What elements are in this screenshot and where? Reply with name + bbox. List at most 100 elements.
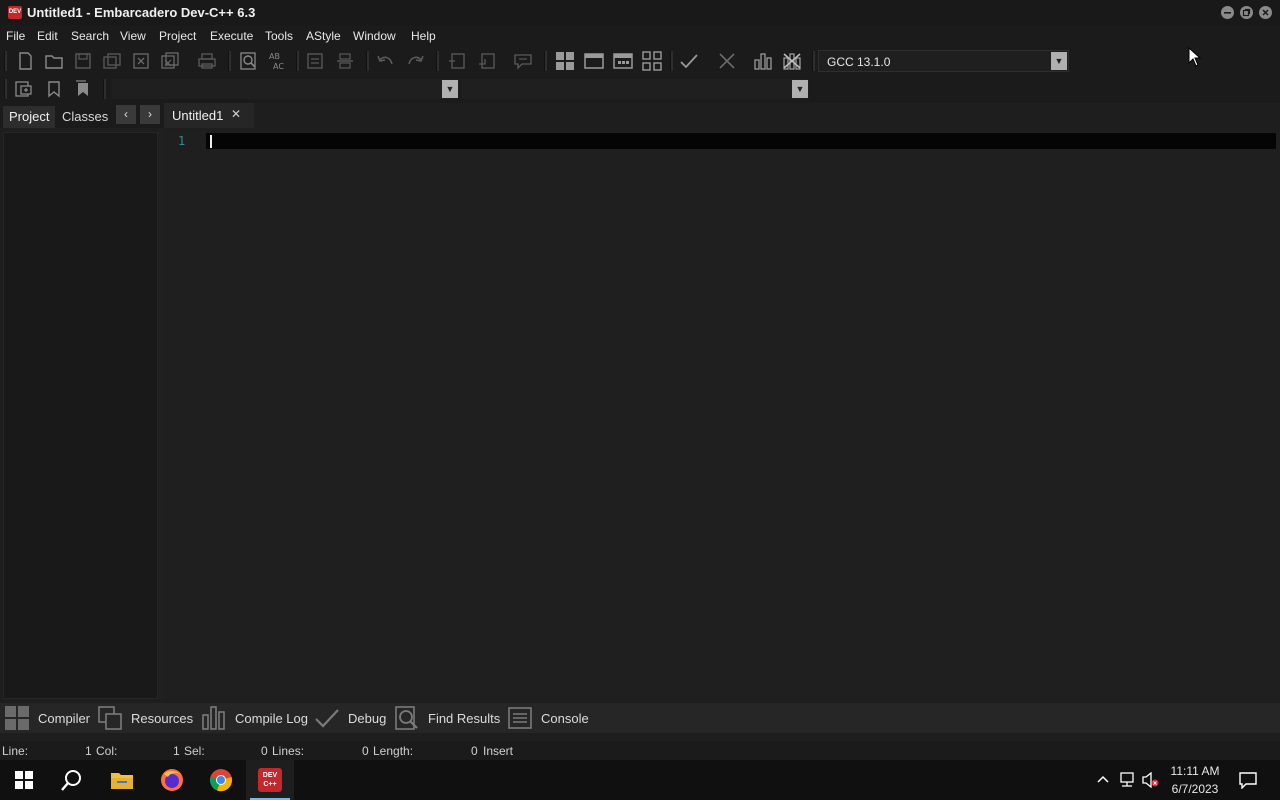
compile-icon[interactable] xyxy=(554,50,576,72)
close-file-icon[interactable] xyxy=(130,50,152,72)
debug-icon xyxy=(315,709,339,728)
function-select[interactable]: ▼ xyxy=(460,78,810,100)
mouse-cursor-icon xyxy=(1188,47,1202,67)
chevron-down-icon[interactable]: ▼ xyxy=(792,80,808,98)
goto-declaration-icon[interactable] xyxy=(13,78,35,100)
menu-view[interactable]: View xyxy=(120,29,146,43)
rebuild-all-icon[interactable] xyxy=(641,50,663,72)
toolbar-separator xyxy=(4,51,7,71)
chevron-down-icon[interactable]: ▼ xyxy=(442,80,458,98)
menu-file[interactable]: File xyxy=(6,29,25,43)
current-line-highlight xyxy=(206,133,1276,149)
tab-console-label: Console xyxy=(541,710,589,726)
redo-icon[interactable] xyxy=(404,50,426,72)
close-all-icon[interactable] xyxy=(159,50,181,72)
run-icon[interactable] xyxy=(583,50,605,72)
toolbar-separator xyxy=(296,51,299,71)
taskbar-clock-time[interactable]: 11:11 AM xyxy=(1164,764,1226,778)
status-line-label: Line: xyxy=(2,744,29,758)
indent-icon[interactable] xyxy=(304,50,326,72)
tab-resources-label: Resources xyxy=(131,710,194,726)
tab-classes[interactable]: Classes xyxy=(56,106,114,128)
resources-icon xyxy=(98,706,122,730)
delete-profile-icon[interactable] xyxy=(781,50,803,72)
status-length-value: 0 xyxy=(471,744,478,758)
close-tab-icon[interactable]: ✕ xyxy=(231,107,241,121)
class-select[interactable]: ▼ xyxy=(110,78,460,100)
tab-debug-label: Debug xyxy=(348,710,387,726)
tab-debug[interactable]: Debug xyxy=(314,703,386,733)
syntax-check-icon[interactable] xyxy=(678,50,700,72)
undo-icon[interactable] xyxy=(375,50,397,72)
output-tabs: Compiler Resources Compile Log Debug Fin… xyxy=(0,703,1280,733)
new-file-icon[interactable] xyxy=(14,50,36,72)
profile-icon[interactable] xyxy=(752,50,774,72)
devcpp-icon[interactable]: DEV C++ xyxy=(246,760,294,800)
svg-text:AB: AB xyxy=(269,52,280,61)
line-gutter: 1 xyxy=(164,132,204,699)
show-hidden-icons-icon[interactable] xyxy=(1096,773,1110,785)
devcpp-app-icon[interactable]: DEV xyxy=(8,6,22,19)
firefox-icon[interactable] xyxy=(148,760,196,800)
code-editor[interactable]: 1 xyxy=(164,132,1280,699)
compiler-select[interactable]: GCC 13.1.0 ▼ xyxy=(818,50,1069,72)
tab-compiler-label: Compiler xyxy=(38,710,91,726)
tab-compiler[interactable]: Compiler xyxy=(4,703,90,733)
replace-icon[interactable]: AB AC xyxy=(267,50,289,72)
status-col-value: 1 xyxy=(173,744,180,758)
editor-tab-untitled1[interactable]: Untitled1 ✕ xyxy=(164,103,254,128)
chevron-down-icon[interactable]: ▼ xyxy=(1051,52,1067,70)
secondary-toolbar: ▼ ▼ xyxy=(0,76,1280,103)
menu-project[interactable]: Project xyxy=(159,29,196,43)
find-icon[interactable] xyxy=(238,50,260,72)
minimize-icon[interactable] xyxy=(1221,6,1234,19)
bookmark-list-icon[interactable] xyxy=(72,78,94,100)
status-sel-label: Sel: xyxy=(184,744,205,758)
menu-search[interactable]: Search xyxy=(71,29,109,43)
tab-compile-log[interactable]: Compile Log xyxy=(201,703,308,733)
restore-icon[interactable] xyxy=(1240,6,1253,19)
menu-help[interactable]: Help xyxy=(411,29,436,43)
save-icon[interactable] xyxy=(72,50,94,72)
save-all-icon[interactable] xyxy=(101,50,123,72)
bookmark-icon[interactable] xyxy=(43,78,65,100)
notification-center-icon[interactable] xyxy=(1238,771,1258,789)
tab-scroll-left-button[interactable]: ‹ xyxy=(116,105,136,124)
unindent-icon[interactable] xyxy=(334,50,356,72)
menu-edit[interactable]: Edit xyxy=(37,29,58,43)
console-icon xyxy=(508,707,532,729)
text-caret xyxy=(210,135,212,148)
tab-scroll-right-button[interactable]: › xyxy=(140,105,160,124)
windows-taskbar: DEV C++ 11:11 AM 6/7/2023 xyxy=(0,760,1280,800)
close-icon[interactable] xyxy=(1259,6,1272,19)
tab-project[interactable]: Project xyxy=(3,106,56,128)
project-browser-panel[interactable] xyxy=(3,132,158,699)
comment-icon[interactable] xyxy=(512,50,534,72)
toolbar-separator xyxy=(4,79,7,99)
toggle-bookmark-icon[interactable] xyxy=(447,50,469,72)
toolbar-separator xyxy=(670,51,673,71)
stop-execution-icon[interactable] xyxy=(716,50,738,72)
search-icon[interactable] xyxy=(48,760,96,800)
chrome-icon[interactable] xyxy=(197,760,245,800)
file-explorer-icon[interactable] xyxy=(98,760,146,800)
print-icon[interactable] xyxy=(196,50,218,72)
open-folder-icon[interactable] xyxy=(43,50,65,72)
menu-tools[interactable]: Tools xyxy=(265,29,293,43)
menu-execute[interactable]: Execute xyxy=(210,29,253,43)
menu-window[interactable]: Window xyxy=(353,29,396,43)
taskbar-clock-date[interactable]: 6/7/2023 xyxy=(1164,782,1226,796)
status-insert-mode: Insert xyxy=(483,744,514,758)
volume-muted-icon[interactable] xyxy=(1141,772,1159,788)
compile-run-icon[interactable] xyxy=(612,50,634,72)
tab-find-results[interactable]: Find Results xyxy=(394,703,500,733)
goto-bookmark-icon[interactable] xyxy=(477,50,499,72)
windows-start-icon[interactable] xyxy=(0,760,48,800)
menu-astyle[interactable]: AStyle xyxy=(306,29,341,43)
network-icon[interactable] xyxy=(1118,772,1136,788)
tab-resources[interactable]: Resources xyxy=(97,703,193,733)
toolbar-separator xyxy=(103,79,106,99)
status-length-label: Length: xyxy=(373,744,414,758)
status-col-label: Col: xyxy=(96,744,118,758)
tab-console[interactable]: Console xyxy=(507,703,589,733)
